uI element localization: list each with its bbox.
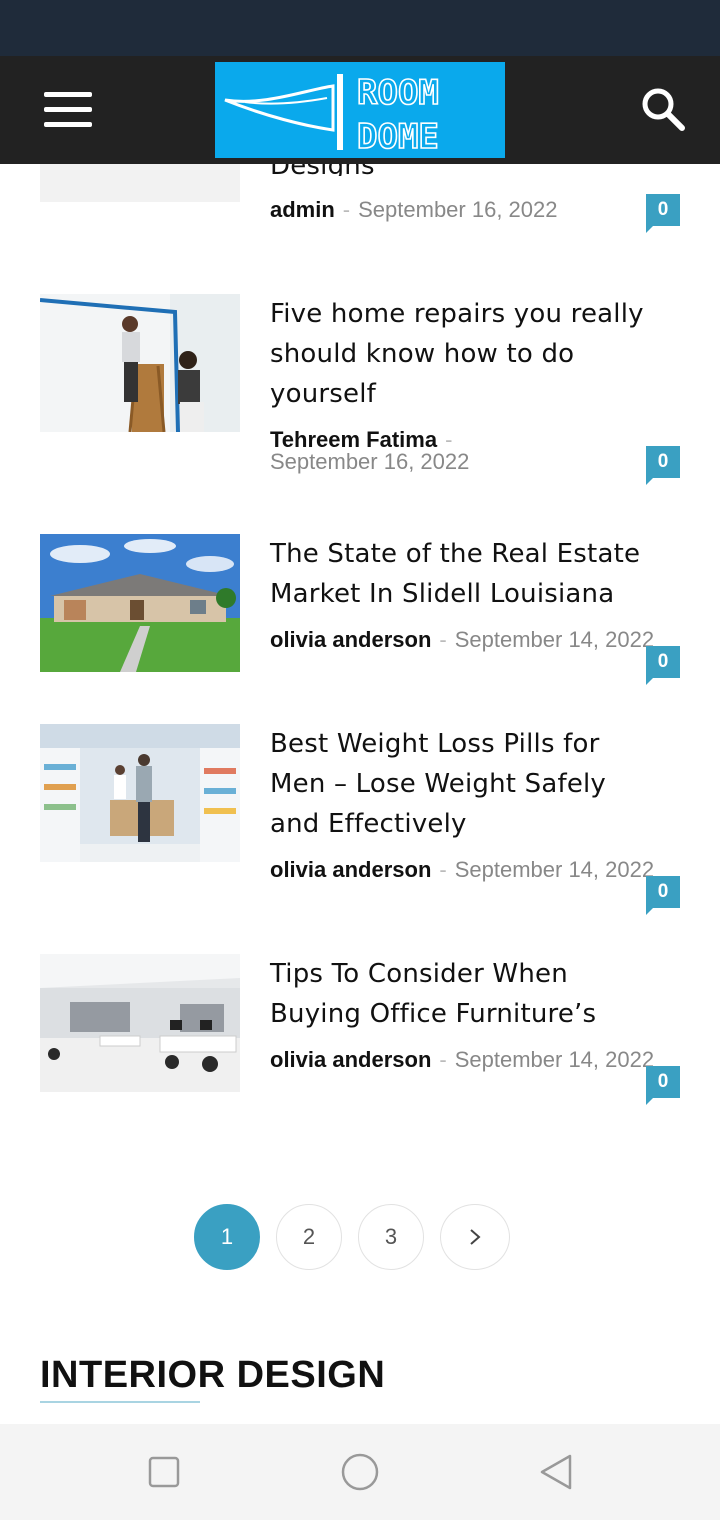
next-page-button[interactable]	[440, 1204, 510, 1270]
post-thumbnail[interactable]	[40, 164, 240, 202]
post-meta: olivia anderson - September 14, 2022	[270, 857, 655, 882]
post-date: September 16, 2022	[358, 197, 558, 222]
post-date: September 14, 2022	[454, 857, 655, 882]
post-author[interactable]: olivia anderson	[270, 857, 431, 882]
site-header: ROOM DOME	[0, 56, 720, 164]
logo-graphic: ROOM DOME	[224, 72, 440, 158]
post-author[interactable]: admin	[270, 197, 335, 222]
post-title[interactable]: Best Weight Loss Pills for Men – Lose We…	[270, 724, 690, 844]
square-icon	[148, 1456, 180, 1488]
post-thumbnail[interactable]	[40, 294, 240, 432]
post-author[interactable]: olivia anderson	[270, 1047, 431, 1072]
pharmacy-photo	[40, 724, 240, 862]
search-icon	[642, 88, 685, 131]
post-date: September 14, 2022	[454, 627, 655, 652]
page-button-3[interactable]: 3	[358, 1204, 424, 1270]
pagination: 1 2 3	[0, 1204, 720, 1270]
site-logo[interactable]: ROOM DOME	[215, 62, 505, 158]
wall-painting-photo	[40, 294, 240, 432]
office-photo	[40, 954, 240, 1092]
post-meta: olivia anderson - September 14, 2022	[270, 1047, 655, 1072]
house-photo	[40, 534, 240, 672]
post-title[interactable]: Tips To Consider When Buying Office Furn…	[270, 954, 690, 1034]
post-meta: olivia anderson - September 14, 2022	[270, 627, 655, 652]
post-date: September 16, 2022	[270, 449, 470, 474]
logo-text-line1: ROOM	[357, 73, 439, 113]
hamburger-icon	[44, 92, 92, 97]
post-author[interactable]: olivia anderson	[270, 627, 431, 652]
post-list: Designs admin-September 16, 2022 0	[0, 164, 720, 1424]
circle-icon	[341, 1453, 379, 1491]
comment-count-badge[interactable]: 0	[646, 194, 680, 233]
comment-count-badge[interactable]: 0	[646, 876, 680, 915]
page-button-2[interactable]: 2	[276, 1204, 342, 1270]
post-meta: admin - September 16, 2022	[270, 197, 558, 222]
comment-count-badge[interactable]: 0	[646, 446, 680, 485]
back-button[interactable]	[534, 1450, 578, 1494]
post-title[interactable]: The State of the Real Estate Market In S…	[270, 534, 690, 614]
post-title[interactable]: Five home repairs you really should know…	[270, 294, 690, 414]
triangle-back-icon	[540, 1454, 572, 1490]
section-heading: INTERIOR DESIGN	[40, 1354, 386, 1396]
hamburger-menu-button[interactable]	[44, 92, 92, 128]
logo-text-line2: DOME	[357, 117, 439, 157]
comment-count-badge[interactable]: 0	[646, 1066, 680, 1105]
search-button[interactable]	[640, 86, 686, 132]
section-underline	[40, 1401, 200, 1403]
chevron-right-icon	[470, 1229, 481, 1245]
recent-apps-button[interactable]	[142, 1450, 186, 1494]
post-title[interactable]: Designs	[270, 164, 690, 176]
post-thumbnail[interactable]	[40, 724, 240, 862]
status-bar	[0, 0, 720, 56]
post-date: September 14, 2022	[454, 1047, 655, 1072]
post-meta: Tehreem Fatima - September 16, 2022	[270, 427, 470, 474]
home-button[interactable]	[338, 1450, 382, 1494]
comment-count-badge[interactable]: 0	[646, 646, 680, 685]
system-nav-bar	[0, 1424, 720, 1520]
post-thumbnail[interactable]	[40, 534, 240, 672]
post-thumbnail[interactable]	[40, 954, 240, 1092]
page-button-1[interactable]: 1	[194, 1204, 260, 1270]
